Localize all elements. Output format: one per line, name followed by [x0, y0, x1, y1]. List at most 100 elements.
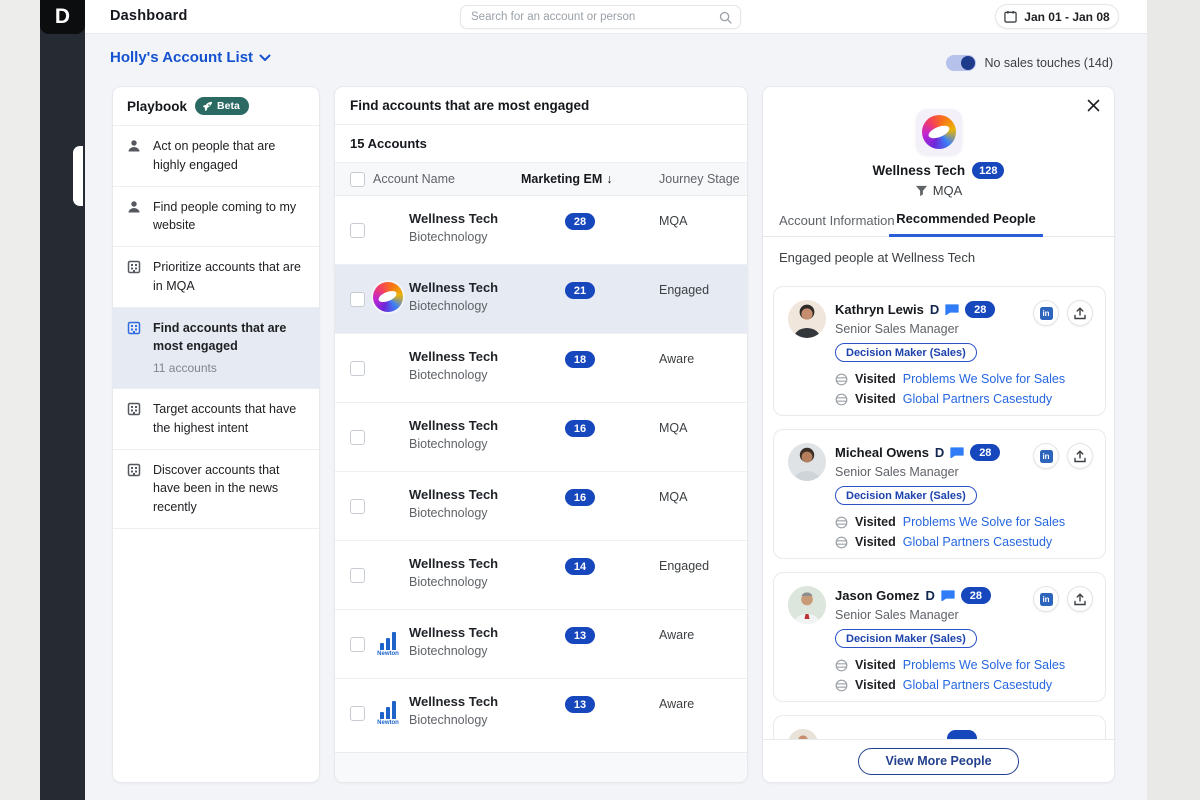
sales-touches-toggle[interactable]	[946, 55, 976, 71]
marketing-em-badge: 18	[565, 351, 595, 368]
tab-recommended-people[interactable]: Recommended People	[889, 203, 1043, 237]
account-name: Wellness Tech	[409, 625, 498, 640]
table-row[interactable]: Newton Wellness TechBiotechnology 13 Awa…	[335, 679, 747, 748]
playbook-item[interactable]: Find people coming to my website	[113, 186, 319, 247]
account-list-dropdown[interactable]: Holly's Account List	[110, 49, 271, 66]
linkedin-button[interactable]: in	[1033, 443, 1059, 469]
journey-stage-value: Aware	[659, 352, 694, 366]
role-badge: Decision Maker (Sales)	[835, 486, 977, 505]
table-row[interactable]: Wellness TechBiotechnology 14 Engaged	[335, 541, 747, 610]
account-name: Wellness Tech	[409, 487, 498, 502]
visit-prefix: Visited	[855, 515, 896, 529]
visit-prefix: Visited	[855, 678, 896, 692]
page-title: Dashboard	[110, 8, 188, 24]
select-all-checkbox[interactable]	[350, 172, 365, 187]
visited-page-link[interactable]: Global Partners Casestudy	[903, 392, 1052, 406]
table-row[interactable]: Newton Wellness TechBiotechnology 13 Awa…	[335, 610, 747, 679]
table-row[interactable]: Wellness TechBiotechnology 16 MQA	[335, 472, 747, 541]
row-checkbox[interactable]	[350, 223, 365, 238]
marketing-em-badge: 13	[565, 696, 595, 713]
column-journey-stage[interactable]: Journey Stage	[659, 172, 740, 186]
playbook-item-label: Find accounts that are most engaged	[153, 321, 286, 354]
visited-page-link[interactable]: Global Partners Casestudy	[903, 535, 1052, 549]
export-button[interactable]	[1067, 443, 1093, 469]
divider	[113, 528, 319, 529]
avatar	[788, 443, 826, 481]
avatar	[788, 586, 826, 624]
view-more-people-button[interactable]: View More People	[858, 748, 1018, 775]
visit-row: Visited Global Partners Casestudy	[835, 392, 1091, 406]
row-checkbox[interactable]	[350, 637, 365, 652]
person-name: Micheal Owens	[835, 445, 929, 460]
column-marketing-em[interactable]: Marketing EM↓	[521, 172, 613, 186]
toggle-knob	[961, 56, 975, 70]
account-industry: Biotechnology	[409, 368, 498, 382]
table-row[interactable]: Wellness TechBiotechnology 28 MQA	[335, 196, 747, 265]
app-logo[interactable]: D	[40, 0, 85, 34]
person-score-badge: 28	[970, 444, 1000, 461]
role-badge: Decision Maker (Sales)	[835, 343, 977, 362]
visited-page-link[interactable]: Global Partners Casestudy	[903, 678, 1052, 692]
account-name: Wellness Tech	[409, 349, 498, 364]
table-row[interactable]: Wellness Tech Biotechnology 18 Aware	[335, 334, 747, 403]
row-checkbox[interactable]	[350, 361, 365, 376]
playbook-item[interactable]: Act on people that are highly engaged	[113, 125, 319, 186]
playbook-item-selected[interactable]: Find accounts that are most engaged 11 a…	[113, 307, 319, 389]
marketing-em-badge: 28	[565, 213, 595, 230]
building-icon	[127, 402, 141, 416]
visited-page-link[interactable]: Problems We Solve for Sales	[903, 372, 1065, 386]
linkedin-button[interactable]: in	[1033, 586, 1059, 612]
account-logo-newton: Newton	[373, 696, 403, 726]
visit-prefix: Visited	[855, 392, 896, 406]
column-marketing-em-label: Marketing EM	[521, 172, 602, 186]
funnel-icon	[915, 185, 928, 197]
playbook-panel: Playbook Beta Act on people that are hig…	[112, 86, 320, 783]
playbook-item[interactable]: Target accounts that have the highest in…	[113, 388, 319, 449]
calendar-icon	[1004, 10, 1017, 23]
account-industry: Biotechnology	[409, 299, 498, 313]
row-checkbox[interactable]	[350, 706, 365, 721]
person-title: Senior Sales Manager	[835, 465, 1000, 479]
row-checkbox[interactable]	[350, 568, 365, 583]
person-card: Micheal Owens D 28 Senior Sales Manager …	[773, 429, 1106, 559]
person-icon	[127, 139, 141, 153]
journey-stage-value: MQA	[659, 490, 687, 504]
sales-touches-toggle-group: No sales touches (14d)	[946, 55, 1113, 71]
rocket-icon	[202, 101, 213, 112]
playbook-item-label: Prioritize accounts that are in MQA	[153, 260, 301, 293]
visit-row: Visited Problems We Solve for Sales	[835, 372, 1091, 386]
column-account-name[interactable]: Account Name	[373, 172, 455, 186]
newton-logo-label: Newton	[377, 651, 399, 657]
visit-prefix: Visited	[855, 372, 896, 386]
export-button[interactable]	[1067, 586, 1093, 612]
visited-page-link[interactable]: Problems We Solve for Sales	[903, 515, 1065, 529]
playbook-item[interactable]: Discover accounts that have been in the …	[113, 449, 319, 528]
demandbase-icon: D	[935, 446, 944, 459]
account-industry: Biotechnology	[409, 713, 498, 727]
visit-row: Visited Problems We Solve for Sales	[835, 515, 1091, 529]
journey-stage-value: Aware	[659, 628, 694, 642]
chat-icon	[945, 304, 959, 315]
search-input[interactable]	[471, 6, 706, 28]
visited-page-link[interactable]: Problems We Solve for Sales	[903, 658, 1065, 672]
table-header: Account Name Marketing EM↓ Journey Stage	[335, 163, 747, 196]
export-icon	[1074, 593, 1086, 606]
linkedin-button[interactable]: in	[1033, 300, 1059, 326]
beta-badge: Beta	[195, 97, 249, 115]
export-button[interactable]	[1067, 300, 1093, 326]
table-row-selected[interactable]: Wellness TechBiotechnology 21 Engaged	[335, 265, 747, 334]
playbook-item[interactable]: Prioritize accounts that are in MQA	[113, 246, 319, 307]
journey-stage-value: Aware	[659, 697, 694, 711]
table-row[interactable]: Wellness TechBiotechnology 16 MQA	[335, 403, 747, 472]
desktop-margin-left	[0, 0, 40, 800]
row-checkbox[interactable]	[350, 499, 365, 514]
nav-rail	[40, 0, 85, 800]
row-checkbox[interactable]	[350, 292, 365, 307]
date-range-button[interactable]: Jan 01 - Jan 08	[995, 4, 1119, 29]
account-name: Wellness Tech	[409, 211, 498, 226]
account-industry: Biotechnology	[409, 575, 498, 589]
people-cards: Kathryn Lewis D 28 Senior Sales Manager …	[773, 286, 1106, 758]
row-checkbox[interactable]	[350, 430, 365, 445]
linkedin-icon: in	[1040, 450, 1053, 463]
journey-stage-value: Engaged	[659, 559, 709, 573]
